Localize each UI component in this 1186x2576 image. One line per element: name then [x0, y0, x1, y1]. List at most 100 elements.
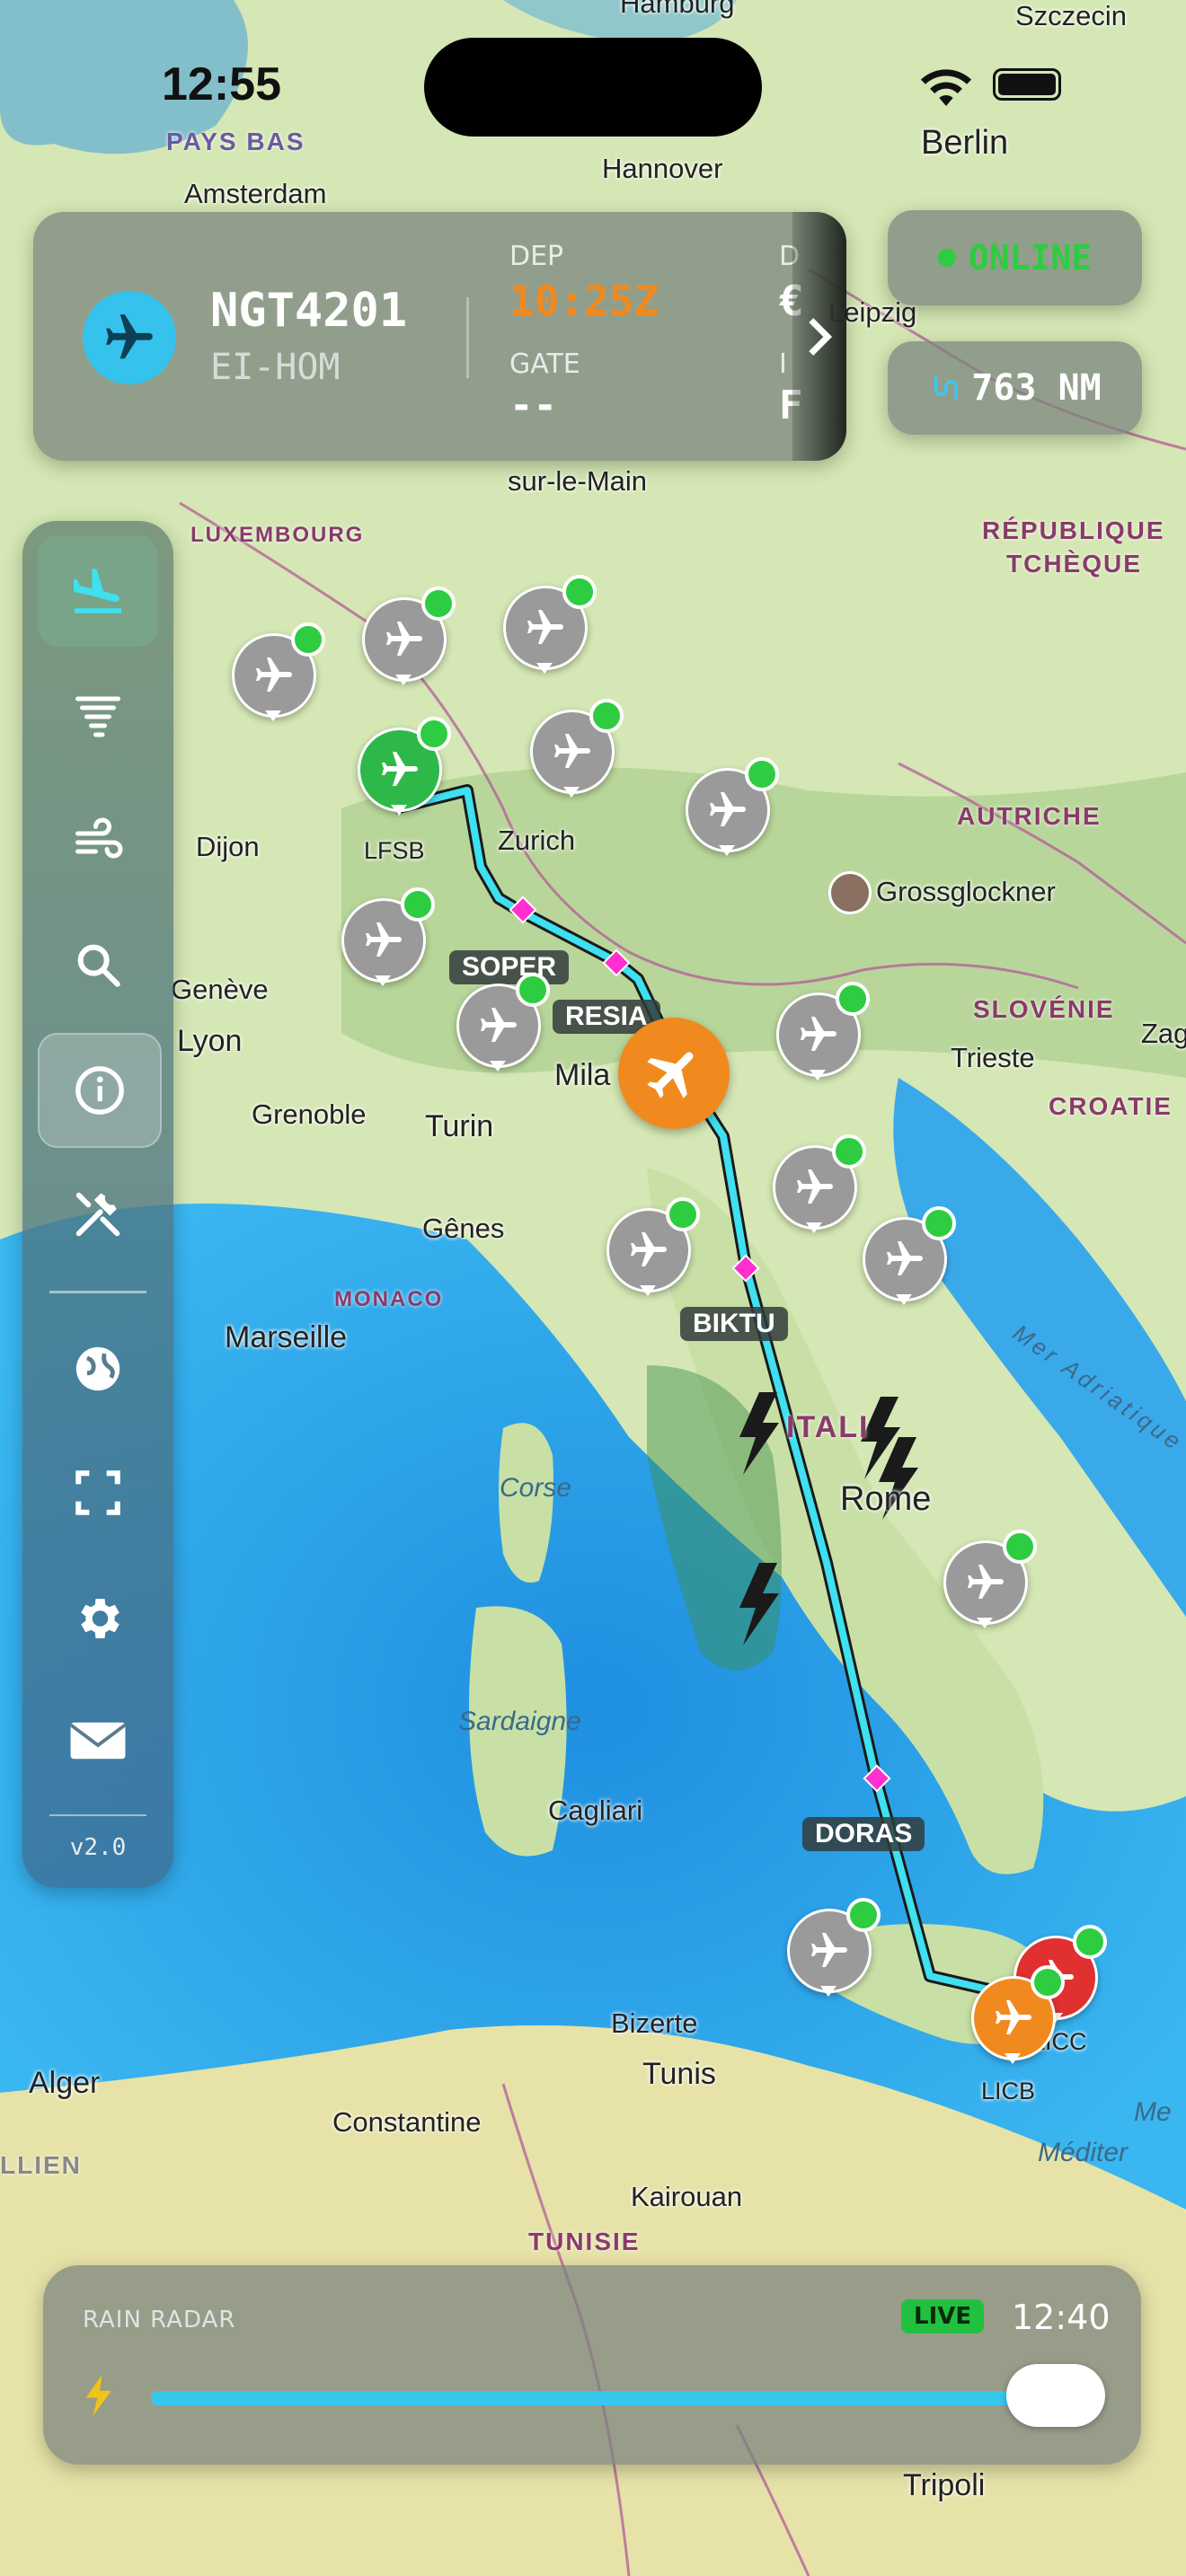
- aircraft-pin[interactable]: [773, 1134, 866, 1235]
- wind-icon: [75, 817, 123, 859]
- country-label: RÉPUBLIQUE: [982, 516, 1165, 544]
- aircraft-pin[interactable]: [530, 699, 624, 799]
- country-label: LUXEMBOURG: [190, 523, 365, 547]
- aircraft-pin[interactable]: [341, 887, 435, 988]
- country-label: CROATIE: [1049, 1092, 1173, 1120]
- online-dot-icon: [832, 1134, 866, 1169]
- online-dot-icon: [291, 622, 325, 657]
- tools-button[interactable]: [38, 1159, 158, 1270]
- country-label: AUTRICHE: [957, 802, 1102, 830]
- radar-timeline-slider[interactable]: [151, 2391, 1103, 2405]
- rain-radar-panel: RAIN RADAR LIVE 12:40: [43, 2265, 1141, 2465]
- city-label: Trieste: [951, 1042, 1035, 1073]
- live-badge: LIVE: [901, 2299, 985, 2333]
- aircraft-pin-tail: [719, 845, 735, 856]
- globe-icon: [75, 1346, 120, 1391]
- aircraft-pin[interactable]: [787, 1898, 881, 1998]
- aircraft-pin[interactable]: [232, 622, 325, 723]
- radar-title: RAIN RADAR: [83, 2307, 236, 2333]
- online-dot-icon: [745, 757, 779, 791]
- sea-label: Sardaigne: [458, 1707, 581, 1736]
- version-label: v2.0: [69, 1834, 127, 1861]
- airplane-icon: [106, 314, 153, 359]
- airplane-icon: [647, 1052, 694, 1098]
- aircraft-pin[interactable]: [362, 587, 456, 687]
- flight-card[interactable]: NGT4201 EI-HOM DEP 10:25Z GATE -- D € I …: [33, 212, 846, 461]
- chevron-right-icon: [809, 317, 833, 356]
- fullscreen-icon: [75, 1470, 120, 1515]
- arrivals-icon: [74, 568, 122, 613]
- mountain-icon: [828, 871, 872, 914]
- dynamic-island: [424, 38, 762, 137]
- city-label: Grenoble: [252, 1098, 367, 1130]
- aircraft-pin-tail: [1005, 2053, 1021, 2064]
- city-label: Genève: [171, 974, 269, 1005]
- country-label: MONACO: [334, 1287, 444, 1311]
- callsign: NGT4201: [210, 284, 408, 338]
- dep-time: 10:25Z: [509, 277, 659, 325]
- sea-label: Méditer: [1038, 2138, 1128, 2167]
- city-label: Mila: [554, 1058, 611, 1092]
- clipped-label: I: [779, 348, 787, 380]
- city-label: Constantine: [332, 2106, 482, 2138]
- country-label: PAYS BAS: [166, 128, 305, 155]
- aircraft-pin[interactable]: [456, 973, 550, 1073]
- aircraft-pin-tail: [265, 710, 281, 721]
- gate-label: GATE: [509, 348, 580, 380]
- globe-button[interactable]: [38, 1313, 158, 1425]
- aircraft-pin[interactable]: [943, 1530, 1037, 1630]
- search-button[interactable]: [38, 909, 158, 1020]
- aircraft-pin[interactable]: [503, 575, 597, 675]
- mountain-label: Grossglockner: [876, 876, 1056, 907]
- aircraft-pin-tail: [640, 1285, 656, 1296]
- waypoint-label[interactable]: SOPER: [449, 950, 570, 984]
- origin-airport-label[interactable]: LFSB: [364, 837, 425, 865]
- fullscreen-button[interactable]: [38, 1437, 158, 1548]
- online-status-pill[interactable]: ONLINE: [888, 210, 1142, 305]
- distance-pill[interactable]: 763 NM: [888, 341, 1142, 435]
- mail-icon: [69, 1722, 127, 1760]
- country-label: TUNISIE: [528, 2228, 641, 2255]
- radar-time: 12:40: [1012, 2298, 1111, 2337]
- sea-label: Corse: [500, 1473, 572, 1503]
- radar-timeline-knob[interactable]: [1006, 2364, 1105, 2427]
- city-label: Bizerte: [611, 2007, 698, 2039]
- arrivals-button[interactable]: [38, 535, 158, 647]
- city-label: Tripoli: [903, 2468, 986, 2502]
- wind-button[interactable]: [38, 787, 158, 898]
- online-label: ONLINE: [968, 238, 1093, 278]
- aircraft-pin-tail: [375, 975, 391, 986]
- info-button[interactable]: [38, 1033, 162, 1148]
- country-label: TCHÈQUE: [1006, 550, 1142, 578]
- settings-button[interactable]: [38, 1563, 158, 1674]
- distance-label: 763 NM: [971, 367, 1102, 409]
- waypoint-label[interactable]: DORAS: [802, 1817, 925, 1851]
- aircraft-pin[interactable]: [686, 757, 779, 858]
- expand-chevron-button[interactable]: [792, 212, 846, 461]
- aircraft-pin-tail: [536, 663, 553, 674]
- mail-button[interactable]: [38, 1685, 158, 1796]
- route-icon: [934, 376, 959, 400]
- dep-label: DEP: [509, 241, 564, 272]
- city-label: Lyon: [177, 1024, 243, 1058]
- aircraft-pin-tail: [806, 1222, 822, 1233]
- city-label: Turin: [425, 1109, 494, 1143]
- aircraft-pin[interactable]: [606, 1197, 700, 1298]
- waypoint-label[interactable]: BIKTU: [680, 1307, 788, 1341]
- online-dot-icon: [516, 973, 550, 1007]
- online-dot-icon: [836, 982, 870, 1016]
- online-dot-icon: [1003, 1530, 1037, 1564]
- city-label: Cagliari: [548, 1795, 643, 1826]
- lightning-icon: [85, 2375, 111, 2416]
- aircraft-pin[interactable]: [971, 1965, 1065, 2066]
- aircraft-pin[interactable]: [776, 982, 870, 1082]
- destination-airport-label[interactable]: LICB: [981, 2078, 1035, 2105]
- aircraft-pin[interactable]: [358, 717, 451, 817]
- storm-button[interactable]: [38, 661, 158, 772]
- online-dot-icon: [1073, 1925, 1107, 1959]
- own-aircraft-marker[interactable]: [618, 1018, 730, 1129]
- aircraft-pin-tail: [820, 1986, 836, 1997]
- aircraft-pin[interactable]: [863, 1206, 956, 1307]
- aircraft-pin-tail: [391, 805, 407, 816]
- country-label: SLOVÉNIE: [973, 995, 1115, 1023]
